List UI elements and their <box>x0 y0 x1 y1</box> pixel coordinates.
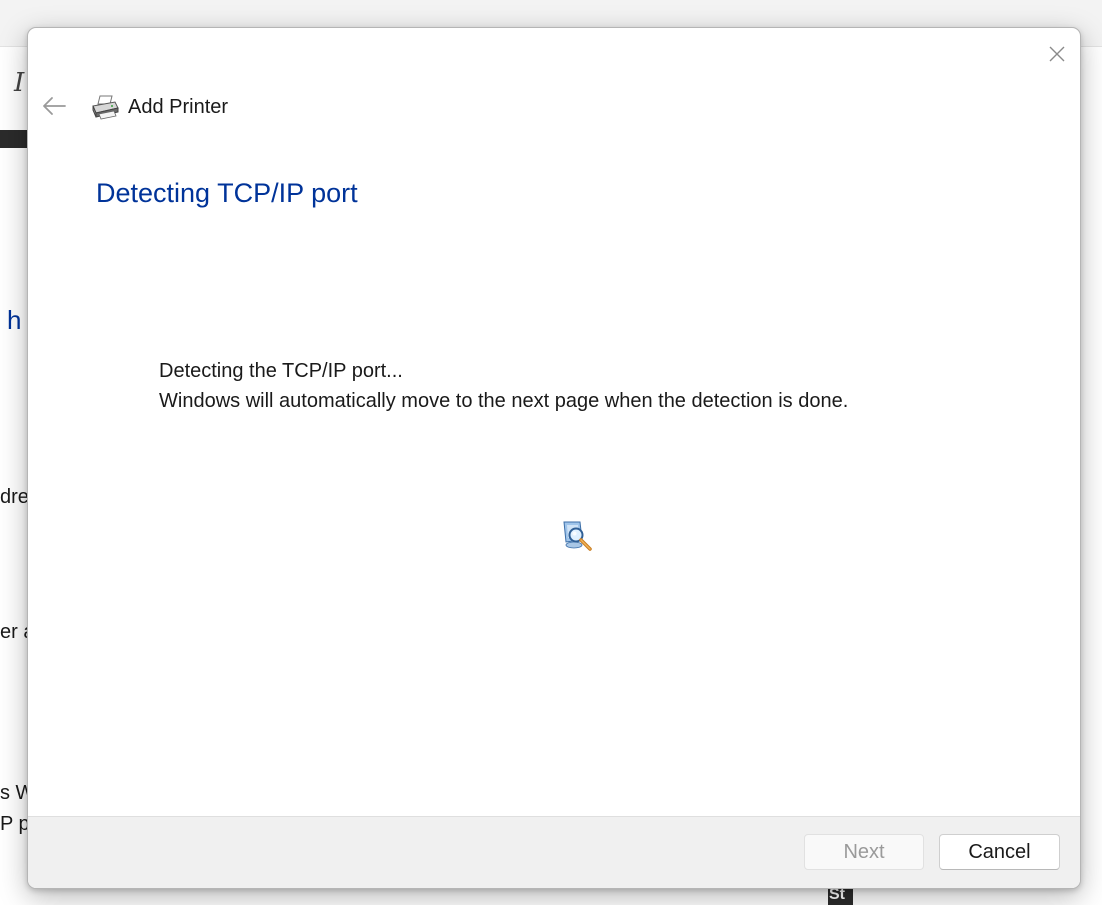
back-button[interactable] <box>36 88 72 124</box>
add-printer-dialog: Add Printer Detecting TCP/IP port Detect… <box>27 27 1081 889</box>
cancel-button[interactable]: Cancel <box>939 834 1060 870</box>
background-fragment: P p <box>0 813 30 835</box>
background-fragment: dre <box>0 486 29 508</box>
close-button[interactable] <box>1034 34 1080 74</box>
message-line-2: Windows will automatically move to the n… <box>159 390 849 412</box>
dialog-title-bar: Add Printer <box>90 90 228 124</box>
search-animation-icon <box>563 521 592 551</box>
back-arrow-icon <box>43 97 66 115</box>
background-text-cursor-icon: I <box>14 68 25 98</box>
detection-message: Detecting the TCP/IP port... Windows wil… <box>159 356 848 416</box>
close-icon <box>1049 46 1065 62</box>
printer-icon <box>92 95 119 120</box>
background-dark-bar <box>0 130 30 148</box>
dialog-footer: Next Cancel <box>28 816 1080 888</box>
next-button[interactable]: Next <box>804 834 924 870</box>
page-heading: Detecting TCP/IP port <box>96 178 358 208</box>
background-fragment: h <box>7 305 22 335</box>
window-title: Add Printer <box>128 95 229 118</box>
message-line-1: Detecting the TCP/IP port... <box>159 360 403 382</box>
